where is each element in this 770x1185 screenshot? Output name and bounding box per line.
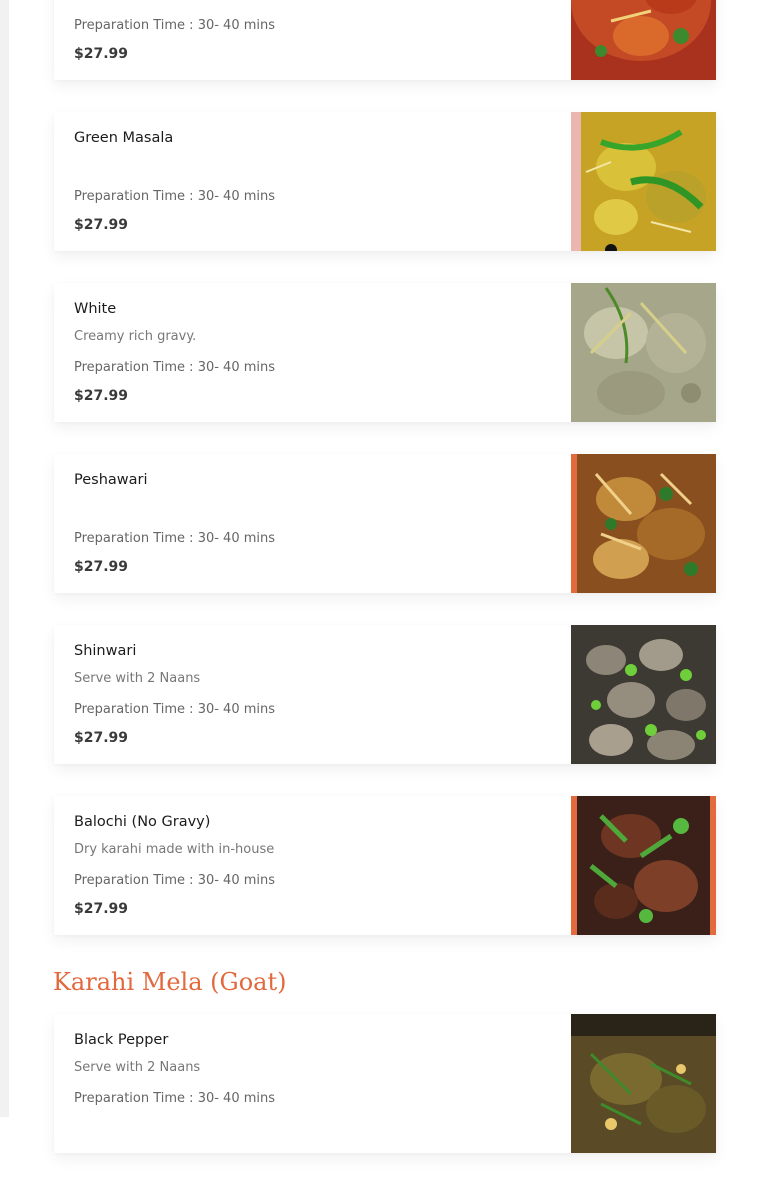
menu-item-info: Black Pepper Serve with 2 Naans Preparat… — [74, 1014, 554, 1153]
item-prep-time: Preparation Time : 30- 40 mins — [74, 702, 276, 717]
black-pepper-karahi-photo[interactable] — [571, 1014, 716, 1153]
peshawari-karahi-photo[interactable] — [571, 454, 716, 593]
menu-item-info: Peshawari Preparation Time : 30- 40 mins… — [74, 454, 554, 593]
shinwari-karahi-photo[interactable] — [571, 625, 716, 764]
item-name: Balochi (No Gravy) — [74, 814, 211, 830]
item-price: $27.99 — [74, 730, 129, 746]
item-prep-time: Preparation Time : 30- 40 mins — [74, 531, 276, 546]
menu-item-info: Green Masala Preparation Time : 30- 40 m… — [74, 112, 554, 251]
item-description: Dry karahi made with in-house — [74, 842, 275, 857]
page-left-rail — [0, 0, 9, 1117]
menu-item-info: Preparation Time : 30- 40 mins $27.99 — [74, 0, 554, 80]
menu-item-card[interactable]: Shinwari Serve with 2 Naans Preparation … — [54, 625, 716, 764]
item-prep-time: Preparation Time : 30- 40 mins — [74, 1091, 276, 1106]
item-price: $27.99 — [74, 388, 129, 404]
balochi-karahi-photo[interactable] — [571, 796, 716, 935]
menu-item-card[interactable]: White Creamy rich gravy. Preparation Tim… — [54, 283, 716, 422]
item-name: Green Masala — [74, 130, 174, 146]
menu-item-info: Shinwari Serve with 2 Naans Preparation … — [74, 625, 554, 764]
section-title: Karahi Mela (Goat) — [53, 968, 287, 996]
karahi-dish-photo[interactable] — [571, 0, 716, 80]
item-description: Serve with 2 Naans — [74, 671, 201, 686]
menu-item-card[interactable]: Preparation Time : 30- 40 mins $27.99 — [54, 0, 716, 80]
item-price: $27.99 — [74, 901, 129, 917]
menu-item-card[interactable]: Black Pepper Serve with 2 Naans Preparat… — [54, 1014, 716, 1153]
menu-item-card[interactable]: Balochi (No Gravy) Dry karahi made with … — [54, 796, 716, 935]
menu-item-info: White Creamy rich gravy. Preparation Tim… — [74, 283, 554, 422]
item-price: $27.99 — [74, 217, 129, 233]
menu-item-info: Balochi (No Gravy) Dry karahi made with … — [74, 796, 554, 935]
item-prep-time: Preparation Time : 30- 40 mins — [74, 189, 276, 204]
item-prep-time: Preparation Time : 30- 40 mins — [74, 18, 276, 33]
white-karahi-photo[interactable] — [571, 283, 716, 422]
item-name: Black Pepper — [74, 1032, 169, 1048]
item-description: Creamy rich gravy. — [74, 329, 197, 344]
item-name: White — [74, 301, 117, 317]
item-name: Shinwari — [74, 643, 137, 659]
item-prep-time: Preparation Time : 30- 40 mins — [74, 873, 276, 888]
item-prep-time: Preparation Time : 30- 40 mins — [74, 360, 276, 375]
green-masala-photo[interactable] — [571, 112, 716, 251]
menu-list: Preparation Time : 30- 40 mins $27.99 Gr… — [53, 0, 716, 1185]
menu-item-card[interactable]: Peshawari Preparation Time : 30- 40 mins… — [54, 454, 716, 593]
item-price: $27.99 — [74, 46, 129, 62]
item-description: Serve with 2 Naans — [74, 1060, 201, 1075]
item-name: Peshawari — [74, 472, 148, 488]
item-price: $27.99 — [74, 559, 129, 575]
menu-item-card[interactable]: Green Masala Preparation Time : 30- 40 m… — [54, 112, 716, 251]
